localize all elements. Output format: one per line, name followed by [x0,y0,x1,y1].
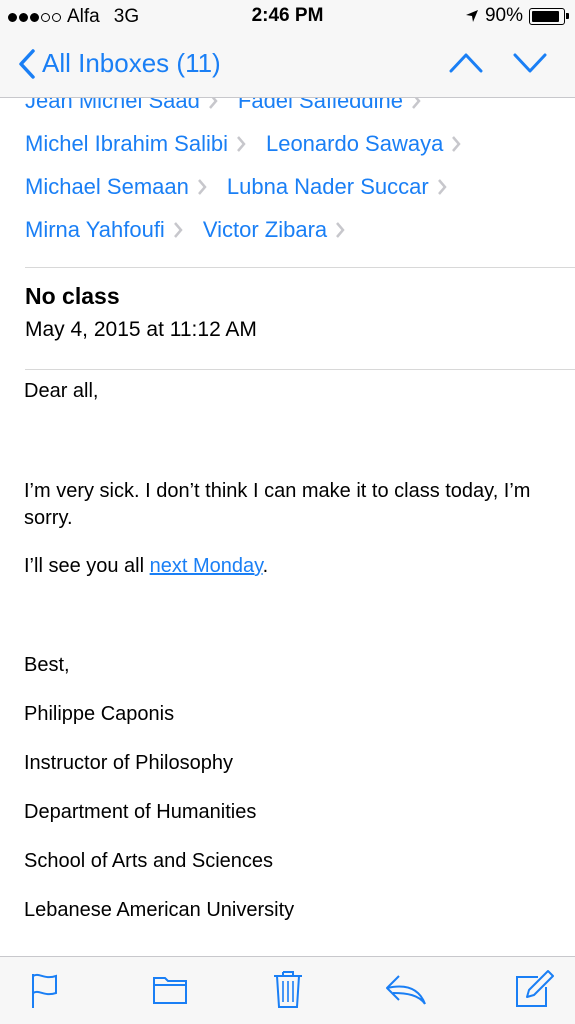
recipient[interactable]: Fadel Safieddine [238,98,421,114]
signature-line: Instructor of Philosophy [24,752,233,774]
flag-icon[interactable] [30,971,60,1011]
compose-icon[interactable] [514,969,554,1009]
battery-percent: 90% [484,5,523,26]
recipient-row: Michael Semaan Lubna Nader Succar [25,174,467,200]
previous-message-icon[interactable] [449,52,483,74]
status-bar: Alfa 3G 2:46 PM 90% [0,0,575,34]
chevron-right-icon [237,136,246,152]
signature-line: Department of Humanities [24,801,257,823]
message-subject: No class [25,283,120,309]
recipient-name: Michel Ibrahim Salibi [25,131,228,156]
message-sign-off: Best, [24,654,70,676]
recipient-name: Victor Zibara [202,217,328,242]
chevron-right-icon [412,98,421,109]
signature-line: Lebanese American University [24,899,295,921]
back-button[interactable]: All Inboxes (11) [18,48,221,79]
status-right: 90% [465,5,569,27]
recipient-name: Michael Semaan [25,174,189,199]
trash-icon[interactable] [272,969,304,1009]
recipient[interactable]: Lubna Nader Succar [227,174,447,200]
recipient[interactable]: Leonardo Sawaya [266,131,461,157]
recipient-name: Fadel Safieddine [237,98,404,113]
chevron-right-icon [208,98,218,109]
recipient-row: Jean Michel Saad Fadel Safieddine [25,98,441,114]
message-paragraph: I’m very sick. I don’t think I can make … [24,480,531,529]
nav-bar: All Inboxes (11) [0,34,575,98]
recipient-name: Leonardo Sawaya [265,131,444,156]
message-header: No class May 4, 2015 at 11:12 AM [25,268,575,370]
chevron-left-icon [19,48,35,79]
date-link[interactable]: next Monday [150,555,263,577]
chevron-right-icon [173,222,183,238]
recipient-name: Jean Michel Saad [25,98,200,113]
message-date: May 4, 2015 at 11:12 AM [25,318,257,341]
battery-fill [532,10,559,22]
recipient-row: Michel Ibrahim Salibi Leonardo Sawaya [25,131,481,157]
recipient-row: Mirna Yahfoufi Victor Zibara [25,217,365,243]
recipient[interactable]: Mirna Yahfoufi [25,217,183,243]
location-arrow-icon [465,10,478,22]
paragraph-text: . [262,555,269,577]
paragraph-text: I’ll see you all [24,555,150,577]
chevron-right-icon [452,136,461,152]
recipient-name: Lubna Nader Succar [226,174,429,199]
signature-line: School of Arts and Sciences [24,850,274,872]
signature-line: Philippe Caponis [24,703,175,725]
next-message-icon[interactable] [513,52,547,74]
message-paragraph: I’ll see you all next Monday. [24,553,268,580]
recipient-list: Jean Michel Saad Fadel Safieddine Michel… [25,98,575,268]
chevron-right-icon [336,222,345,238]
recipient[interactable]: Michael Semaan [25,174,207,200]
recipient[interactable]: Jean Michel Saad [25,98,218,114]
recipient-name: Mirna Yahfoufi [25,217,165,242]
chevron-right-icon [437,179,447,195]
message-navigation [449,52,547,74]
chevron-right-icon [197,179,207,195]
bottom-toolbar [0,956,575,1024]
reply-icon[interactable] [385,971,427,1007]
recipient[interactable]: Michel Ibrahim Salibi [25,131,246,157]
back-label: All Inboxes (11) [42,48,221,78]
message-greeting: Dear all, [24,380,99,402]
battery-icon [529,7,569,25]
recipient[interactable]: Victor Zibara [203,217,345,243]
folder-icon[interactable] [152,971,188,1007]
